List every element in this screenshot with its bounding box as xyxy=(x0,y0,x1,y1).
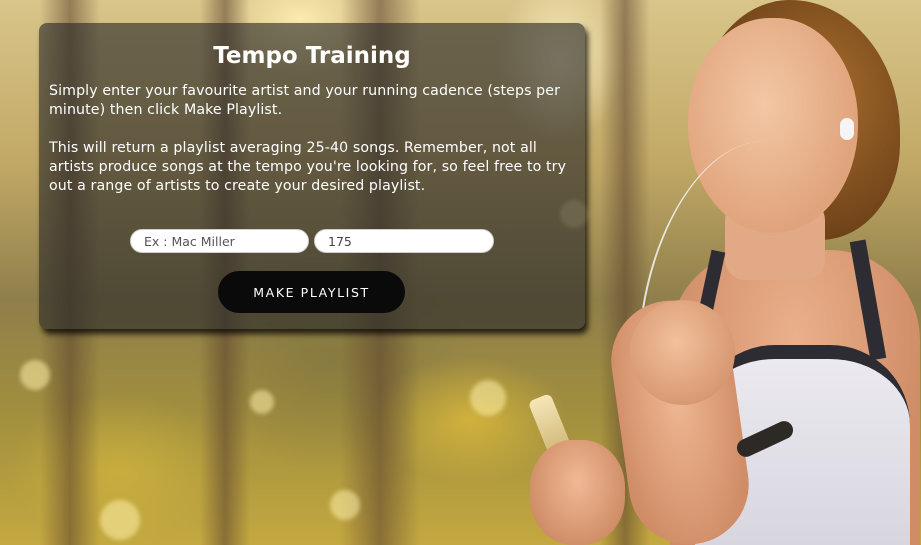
tempo-training-panel: Tempo Training Simply enter your favouri… xyxy=(39,23,585,329)
bokeh-light xyxy=(470,380,506,416)
bokeh-light xyxy=(330,490,360,520)
instructions: Simply enter your favourite artist and y… xyxy=(49,82,569,196)
instructions-paragraph-1: Simply enter your favourite artist and y… xyxy=(49,83,561,118)
playlist-form xyxy=(130,229,494,253)
page-title: Tempo Training xyxy=(213,43,411,69)
runner-hand xyxy=(530,440,625,545)
bokeh-light xyxy=(250,390,274,414)
artist-input[interactable] xyxy=(130,229,309,253)
bokeh-light xyxy=(100,500,140,540)
instructions-paragraph-2: This will return a playlist averaging 25… xyxy=(49,140,567,194)
bokeh-light xyxy=(20,360,50,390)
make-playlist-button[interactable]: MAKE PLAYLIST xyxy=(218,271,405,313)
earbud-icon xyxy=(840,118,854,140)
runner-fist xyxy=(630,300,735,405)
cadence-input[interactable] xyxy=(314,229,494,253)
